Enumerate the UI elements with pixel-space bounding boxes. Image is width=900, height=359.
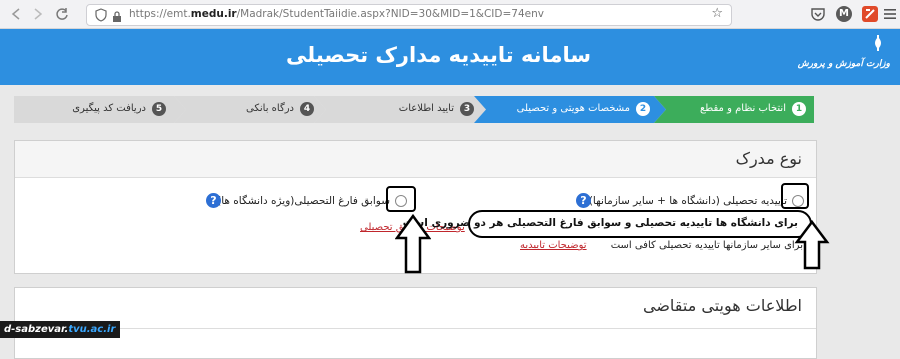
extension-icon[interactable] xyxy=(862,6,878,22)
browser-toolbar: https://emt.medu.ir/Madrak/StudentTaiidi… xyxy=(0,0,900,29)
lock-icon[interactable] xyxy=(112,8,122,22)
step-2[interactable]: 2 مشخصات هویتی و تحصیلی xyxy=(486,96,654,123)
shield-icon[interactable] xyxy=(95,7,107,22)
page-title: سامانه تاییدیه مدارک تحصیلی xyxy=(286,43,591,67)
panel-header: نوع مدرک xyxy=(15,141,816,178)
step-3[interactable]: 3 تایید اطلاعات xyxy=(326,96,474,123)
option-graduation-label[interactable]: سوابق فارغ التحصیلی(ویژه دانشگاه ها) xyxy=(217,195,390,207)
reload-icon[interactable] xyxy=(54,6,70,22)
option-certificate-label[interactable]: تاییدیه تحصیلی (دانشگاه ها + سایر سازمان… xyxy=(589,195,787,207)
step-3-number: 3 xyxy=(460,102,474,116)
certificate-info-link[interactable]: توضیحات تاییدیه xyxy=(520,240,587,251)
step-1-label: انتخاب نظام و مقطع xyxy=(699,103,786,114)
highlight-box xyxy=(386,186,416,212)
logo-text: وزارت آموزش و پرورش xyxy=(797,59,890,69)
step-1[interactable]: 1 انتخاب نظام و مقطع xyxy=(654,96,814,123)
annotation-arrow xyxy=(395,214,431,274)
menu-icon[interactable] xyxy=(882,6,898,22)
panel-title: اطلاعات هویتی متقاضی xyxy=(643,296,802,315)
address-bar[interactable]: https://emt.medu.ir/Madrak/StudentTaiidi… xyxy=(86,4,732,26)
emblem-icon xyxy=(875,35,881,51)
panel-title: نوع مدرک xyxy=(735,149,802,168)
forward-icon[interactable] xyxy=(30,6,46,22)
step-4-label: درگاه بانکی xyxy=(246,103,294,114)
step-5[interactable]: 5 دریافت کد پیگیری xyxy=(14,96,166,123)
highlight-box xyxy=(781,183,809,209)
step-3-label: تایید اطلاعات xyxy=(398,103,454,114)
annotation-arrow xyxy=(794,220,830,270)
note-text: برای سایر سازمانها تاییدیه تحصیلی کافی ا… xyxy=(610,240,803,251)
step-4-number: 4 xyxy=(300,102,314,116)
pocket-icon[interactable] xyxy=(810,6,826,22)
watermark: d-sabzevar.tvu.ac.ir xyxy=(0,321,120,338)
identity-panel: اطلاعات هویتی متقاضی xyxy=(14,287,817,359)
help-icon[interactable]: ? xyxy=(206,193,221,208)
account-icon[interactable]: M xyxy=(836,6,852,22)
step-5-number: 5 xyxy=(152,102,166,116)
step-2-label: مشخصات هویتی و تحصیلی xyxy=(516,103,630,114)
back-icon[interactable] xyxy=(8,6,24,22)
step-5-label: دریافت کد پیگیری xyxy=(72,103,146,114)
progress-stepper: 1 انتخاب نظام و مقطع 2 مشخصات هویتی و تح… xyxy=(14,96,814,123)
star-icon[interactable]: ☆ xyxy=(711,6,723,21)
annotation-callout: برای دانشگاه ها تاییدیه تحصیلی و سوابق ف… xyxy=(403,210,812,238)
callout-text: برای دانشگاه ها تاییدیه تحصیلی و سوابق ف… xyxy=(402,217,798,229)
step-4[interactable]: 4 درگاه بانکی xyxy=(186,96,314,123)
ministry-logo[interactable]: وزارت آموزش و پرورش xyxy=(798,33,890,81)
step-1-number: 1 xyxy=(792,102,806,116)
step-2-number: 2 xyxy=(636,102,650,116)
help-icon[interactable]: ? xyxy=(576,193,591,208)
divider xyxy=(15,328,816,329)
site-header: سامانه تاییدیه مدارک تحصیلی وزارت آموزش … xyxy=(0,29,900,85)
url-text: https://emt.medu.ir/Madrak/StudentTaiidi… xyxy=(129,8,544,20)
